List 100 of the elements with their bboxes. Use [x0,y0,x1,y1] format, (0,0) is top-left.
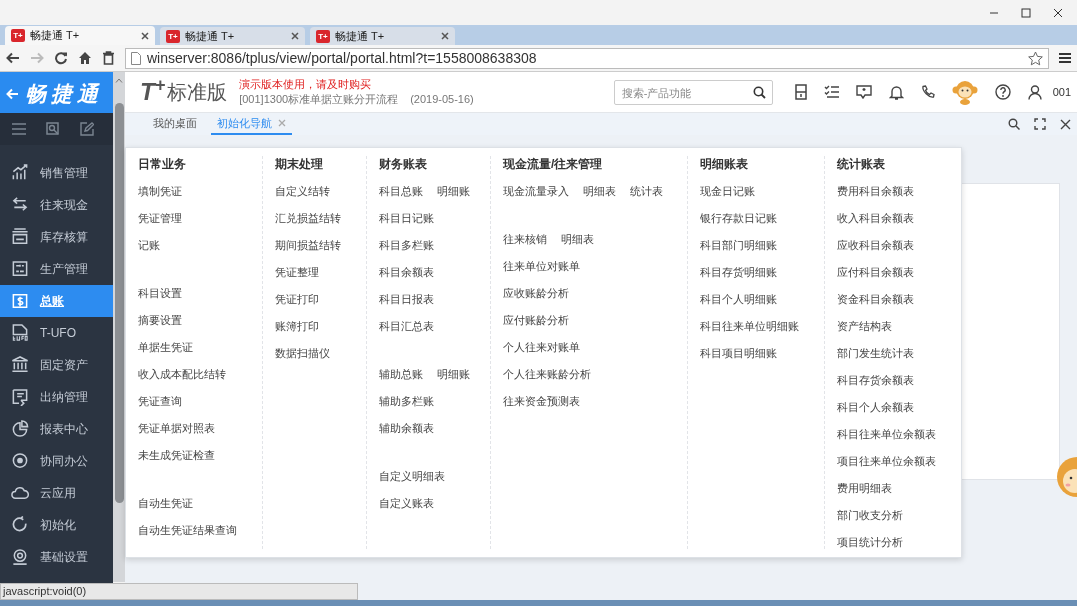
user-icon[interactable] [1027,84,1042,100]
menu-link[interactable]: 个人往来对账单 [503,339,580,356]
menu-link[interactable]: 项目往来单位余额表 [837,453,936,470]
scrollbar[interactable] [113,72,125,582]
menu-link[interactable]: 资金科目余额表 [837,291,914,308]
close-icon[interactable] [1060,118,1071,130]
page-tab[interactable]: 我的桌面 [147,113,203,135]
close-icon[interactable] [1053,7,1063,18]
menu-link[interactable]: 费用明细表 [837,480,892,497]
menu-link[interactable]: 个人往来账龄分析 [503,366,591,383]
search-field[interactable]: 搜索-产品功能 [613,80,773,105]
menu-link[interactable]: 科目项目明细账 [700,345,777,362]
menu-link[interactable]: 科目多栏账 [379,237,434,254]
menu-link[interactable]: 资产结构表 [837,318,892,335]
menu-link[interactable]: 辅助多栏账 [379,393,434,410]
phone-icon[interactable] [920,85,935,99]
menu-link[interactable]: 汇兑损益结转 [275,210,341,227]
menu-link[interactable]: 现金流量录入 [503,183,569,200]
star-icon[interactable] [1028,50,1043,66]
menu-link[interactable]: 往来单位对账单 [503,258,580,275]
browser-tab[interactable]: T+ 畅捷通 T+ [5,26,155,45]
menu-link[interactable]: 数据扫描仪 [275,345,330,362]
menu-link[interactable]: 应收科目余额表 [837,237,914,254]
menu-link[interactable]: 部门发生统计表 [837,345,914,362]
menu-link[interactable]: 自定义结转 [275,183,330,200]
menu-link[interactable]: 明细表 [561,231,594,248]
browser-tab[interactable]: T+ 畅捷通 T+ [310,27,455,45]
menu-link[interactable]: 往来资金预测表 [503,393,580,410]
edit-icon[interactable] [80,122,94,136]
menu-link[interactable]: 科目总账 [379,183,423,200]
menu-link[interactable]: 部门收支分析 [837,507,903,524]
menu-link[interactable]: 凭证管理 [138,210,182,227]
menu-link[interactable]: 费用科目余额表 [837,183,914,200]
menu-link[interactable]: 自动生凭证 [138,495,193,512]
help-icon[interactable] [994,84,1011,100]
reload-icon[interactable] [54,51,68,65]
menu-link[interactable]: 自定义账表 [379,495,434,512]
menu-link[interactable]: 明细账 [437,366,470,383]
menu-link[interactable]: 科目部门明细账 [700,237,777,254]
menu-link[interactable]: 账簿打印 [275,318,319,335]
menu-link[interactable]: 凭证查询 [138,393,182,410]
trash-icon[interactable] [102,51,115,65]
menu-link[interactable]: 科目往来单位明细账 [700,318,799,335]
scrollbar-thumb[interactable] [114,103,124,503]
menu-link[interactable]: 记账 [138,237,160,254]
menu-link[interactable]: 明细表 [583,183,616,200]
menu-link[interactable]: 科目个人明细账 [700,291,777,308]
menu-link[interactable]: 科目存货明细账 [700,264,777,281]
menu-link[interactable]: 凭证整理 [275,264,319,281]
menu-link[interactable]: 科目日记账 [379,210,434,227]
menu-link[interactable]: 收入科目余额表 [837,210,914,227]
checklist-icon[interactable] [823,85,839,99]
search-icon[interactable] [1008,118,1020,130]
sidebar-item[interactable]: T-UFO [0,317,113,349]
scroll-up-icon[interactable] [115,78,123,83]
bell-icon[interactable] [888,84,904,100]
menu-link[interactable]: 银行存款日记账 [700,210,777,227]
menu-link[interactable]: 科目余额表 [379,264,434,281]
menu-link[interactable]: 期间损益结转 [275,237,341,254]
menu-link[interactable]: 明细账 [437,183,470,200]
back-arrow-icon[interactable] [6,51,20,65]
sidebar-item[interactable]: 固定资产 [0,349,113,381]
menu-link[interactable]: 应付账龄分析 [503,312,569,329]
maximize-icon[interactable] [1021,7,1031,18]
close-icon[interactable] [441,32,449,40]
menu-link[interactable]: 统计表 [630,183,663,200]
message-icon[interactable] [855,85,872,99]
menu-icon[interactable] [1059,52,1071,64]
menu-link[interactable]: 自定义明细表 [379,468,445,485]
sidebar-item[interactable]: 生产管理 [0,253,113,285]
menu-link[interactable]: 应收账龄分析 [503,285,569,302]
sidebar-item[interactable]: 协同办公 [0,445,113,477]
search-icon[interactable] [752,85,766,99]
close-icon[interactable] [141,31,149,40]
menu-link[interactable]: 科目存货余额表 [837,372,914,389]
home-icon[interactable] [78,51,92,65]
menu-link[interactable]: 自动生凭证结果查询 [138,522,237,539]
sidebar-item[interactable]: 报表中心 [0,413,113,445]
close-icon[interactable] [291,32,299,40]
menu-link[interactable]: 凭证打印 [275,291,319,308]
menu-link[interactable]: 辅助总账 [379,366,423,383]
menu-link[interactable]: 填制凭证 [138,183,182,200]
menu-link[interactable]: 凭证单据对照表 [138,420,215,437]
menu-link[interactable]: 项目统计分析 [837,534,903,551]
menu-link[interactable]: 摘要设置 [138,312,182,329]
sidebar-item[interactable]: 库存核算 [0,221,113,253]
address-field[interactable]: winserver:8086/tplus/view/portal/portal.html?t=1558008638308 [125,47,1049,69]
sidebar-item[interactable]: 往来现金 [0,189,113,221]
sidebar-item[interactable]: 初始化 [0,509,113,541]
menu-link[interactable]: 科目日报表 [379,291,434,308]
menu-link[interactable]: 科目设置 [138,285,182,302]
sidebar-item[interactable]: 销售管理 [0,157,113,189]
menu-link[interactable]: 现金日记账 [700,183,755,200]
fullscreen-icon[interactable] [1034,118,1046,130]
sidebar-item[interactable]: 基础设置 [0,541,113,573]
menu-link[interactable]: 科目个人余额表 [837,399,914,416]
sidebar-item[interactable]: 出纳管理 [0,381,113,413]
menu-link[interactable]: 往来核销 [503,231,547,248]
menu-link[interactable]: 科目汇总表 [379,318,434,335]
sidebar-item[interactable]: 云应用 [0,477,113,509]
